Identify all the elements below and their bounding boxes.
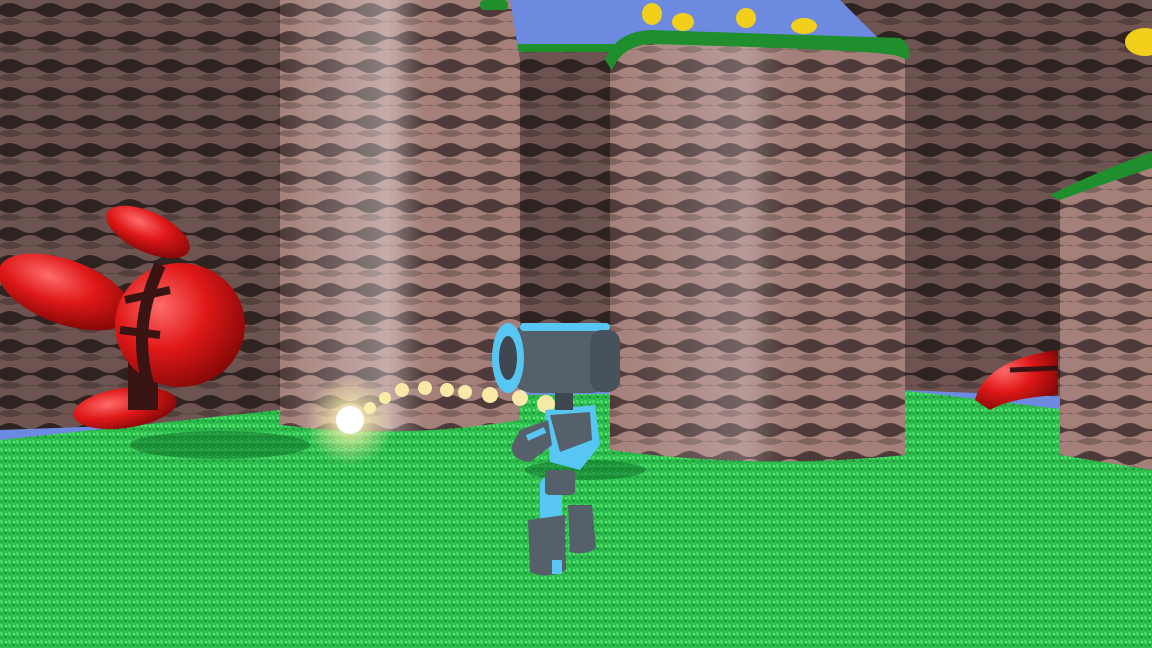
rock-pillar-right: [605, 30, 909, 462]
coin[interactable]: [791, 18, 817, 34]
trail-dot: [458, 385, 472, 399]
trail-dot: [440, 383, 454, 397]
enemy-shadow: [130, 431, 310, 459]
coin[interactable]: [672, 13, 694, 31]
rock-pillar-far-right: [1050, 152, 1152, 470]
coin[interactable]: [642, 3, 662, 25]
shot-core: [336, 406, 364, 434]
trail-dot: [395, 383, 409, 397]
rock-pillar-center: [280, 0, 520, 432]
trail-dot: [482, 387, 498, 403]
coin[interactable]: [736, 8, 756, 28]
game-viewport[interactable]: [0, 0, 1152, 648]
trail-dot: [512, 390, 528, 406]
trail-dot: [418, 381, 432, 395]
